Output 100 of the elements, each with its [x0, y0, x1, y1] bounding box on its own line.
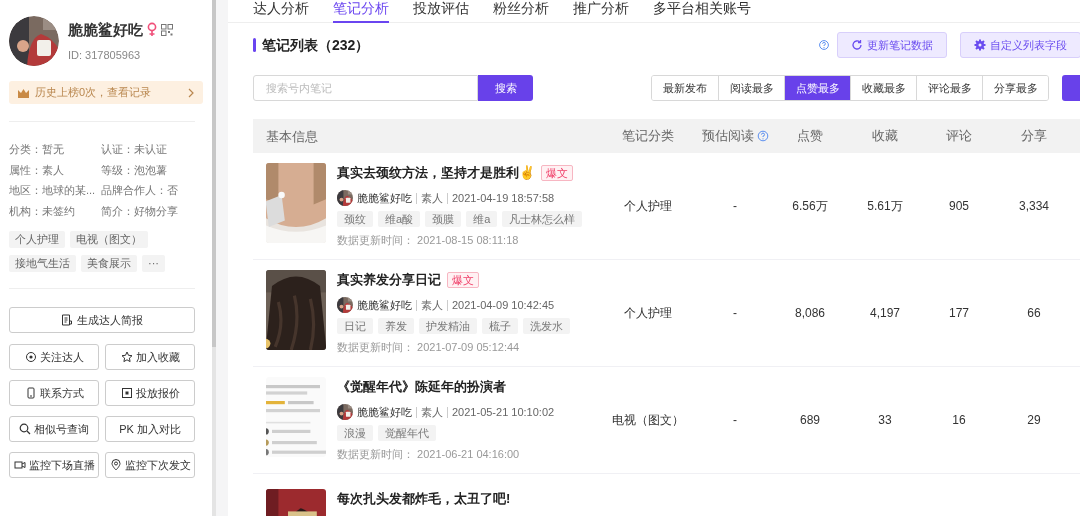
customize-button[interactable]: 自定义列表字段 [960, 32, 1080, 58]
note-title[interactable]: 真实去颈纹方法，坚持才是胜利✌ [337, 163, 535, 183]
category-tag[interactable]: 接地气生活 [9, 255, 76, 272]
note-tag: 护发精油 [419, 318, 477, 335]
rank-text: 历史上榜0次，查看记录 [35, 85, 153, 101]
note-tag: 养发 [378, 318, 414, 335]
action-button[interactable]: 联系方式 [9, 380, 99, 406]
action-button[interactable]: PK 加入对比 [105, 416, 195, 442]
publish-time: 2021-05-21 10:10:02 [452, 404, 555, 420]
table-cell-text: 5.61万 [867, 198, 903, 215]
tab[interactable]: 粉丝分析 [493, 0, 549, 23]
update-time: 数据更新时间： 2021-08-15 08:11:18 [337, 233, 520, 249]
chevron-right-icon [188, 87, 194, 98]
table-cell-text: 6.56万 [792, 198, 828, 215]
table-cell-text: 689 [800, 412, 820, 429]
tab[interactable]: 达人分析 [253, 0, 309, 23]
tab[interactable]: 推广分析 [573, 0, 629, 23]
sort-tab[interactable]: 分享最多 [982, 76, 1048, 100]
help-icon [756, 130, 769, 142]
profile-name: 脆脆鲨好吃 [68, 19, 143, 40]
generate-report-button[interactable]: 生成达人简报 [9, 307, 195, 333]
help-icon[interactable] [819, 40, 829, 50]
action-button[interactable]: 加入收藏 [105, 344, 195, 370]
price-icon [120, 387, 133, 399]
action-button[interactable]: 投放报价 [105, 380, 195, 406]
gear-icon [974, 39, 986, 51]
note-tag: 梳子 [482, 318, 518, 335]
tab[interactable]: 多平台相关账号 [653, 0, 751, 23]
table-cell-text: 3,334 [1019, 198, 1049, 215]
action-button[interactable]: 相似号查询 [9, 416, 99, 442]
search-button[interactable]: 搜索 [478, 75, 533, 101]
author-name[interactable]: 脆脆鲨好吃 [357, 296, 412, 314]
table-cell-text: 29 [1027, 412, 1041, 429]
publish-time: 2021-04-19 18:57:58 [452, 190, 555, 206]
author-name[interactable]: 脆脆鲨好吃 [357, 403, 412, 421]
column-header: 基本信息 [266, 129, 318, 144]
note-tag: 洗发水 [523, 318, 570, 335]
tab[interactable]: 投放评估 [413, 0, 469, 23]
qr-code-icon[interactable] [161, 23, 173, 36]
table-cell-text: 8,086 [795, 305, 825, 322]
column-header: 收藏 [872, 127, 898, 146]
action-button[interactable]: 监控下次发文 [105, 452, 195, 478]
column-header: 笔记分类 [622, 127, 674, 146]
table-cell-text: 905 [949, 198, 969, 215]
table-cell-text: 177 [949, 305, 969, 322]
sort-tab[interactable]: 点赞最多 [784, 76, 850, 100]
video-camera-icon [13, 459, 26, 471]
table-cell-text: 4,197 [870, 305, 900, 322]
female-icon [147, 22, 157, 38]
report-icon [61, 314, 73, 326]
tab[interactable]: 笔记分析 [333, 0, 389, 23]
column-header: 评论 [946, 127, 972, 146]
info-field: 属性：素人 [9, 161, 101, 178]
table-cell-text: 33 [878, 412, 892, 429]
account-type: 素人 [421, 297, 443, 313]
table-cell-text: 个人护理 [624, 198, 672, 215]
action-button[interactable]: 监控下场直播 [9, 452, 99, 478]
publish-time: 2021-04-09 10:42:45 [452, 297, 555, 313]
category-tag[interactable]: 美食展示 [81, 255, 137, 272]
update-time: 数据更新时间： 2021-07-09 05:12:44 [337, 340, 521, 356]
crown-icon [18, 87, 29, 98]
location-pin-icon [109, 459, 122, 471]
info-field: 认证：未认证 [101, 141, 201, 158]
info-field: 简介：好物分享 [101, 202, 201, 219]
account-type: 素人 [421, 190, 443, 206]
category-tag[interactable]: 个人护理 [9, 231, 65, 248]
eye-icon [24, 351, 37, 363]
category-tag[interactable]: 电视（图文） [70, 231, 148, 248]
note-title[interactable]: 《觉醒年代》陈延年的扮演者 [337, 377, 506, 397]
table-cell-text: - [733, 412, 737, 429]
column-header: 点赞 [797, 127, 823, 146]
note-tag: 维a酸 [378, 211, 421, 228]
info-field: 地区：地球的某... [9, 182, 101, 199]
table-cell-text: 电视（图文） [612, 412, 684, 429]
refresh-icon [851, 39, 863, 51]
column-header: 分享 [1021, 127, 1047, 146]
column-header: 预估阅读 [701, 127, 754, 146]
note-title[interactable]: 真实养发分享日记 [337, 270, 441, 290]
info-field: 等级：泡泡薯 [101, 161, 201, 178]
note-tag: 维a [466, 211, 498, 228]
table-cell-text: 16 [952, 412, 966, 429]
author-name[interactable]: 脆脆鲨好吃 [357, 189, 412, 207]
info-field: 品牌合作人：否 [101, 182, 201, 199]
action-button[interactable]: 关注达人 [9, 344, 99, 370]
note-title[interactable]: 每次扎头发都炸毛，太丑了吧! [337, 489, 511, 509]
table-cell-text: - [733, 305, 737, 322]
note-tag: 日记 [337, 318, 373, 335]
profile-id: ID: 317805963 [68, 48, 142, 63]
hot-badge: 爆文 [447, 272, 479, 288]
section-title: 笔记列表（232） [262, 35, 370, 55]
refresh-button[interactable]: 更新笔记数据 [837, 32, 947, 58]
table-cell-text: 个人护理 [624, 305, 672, 322]
category-tag[interactable]: ··· [142, 255, 165, 272]
search-icon [19, 423, 31, 435]
info-field: 机构：未签约 [9, 202, 101, 219]
star-icon [120, 351, 133, 363]
info-field: 分类：暂无 [9, 141, 101, 158]
note-tag: 浪漫 [337, 425, 373, 442]
scrollbar-thumb[interactable] [212, 0, 216, 347]
phone-icon [24, 387, 37, 399]
